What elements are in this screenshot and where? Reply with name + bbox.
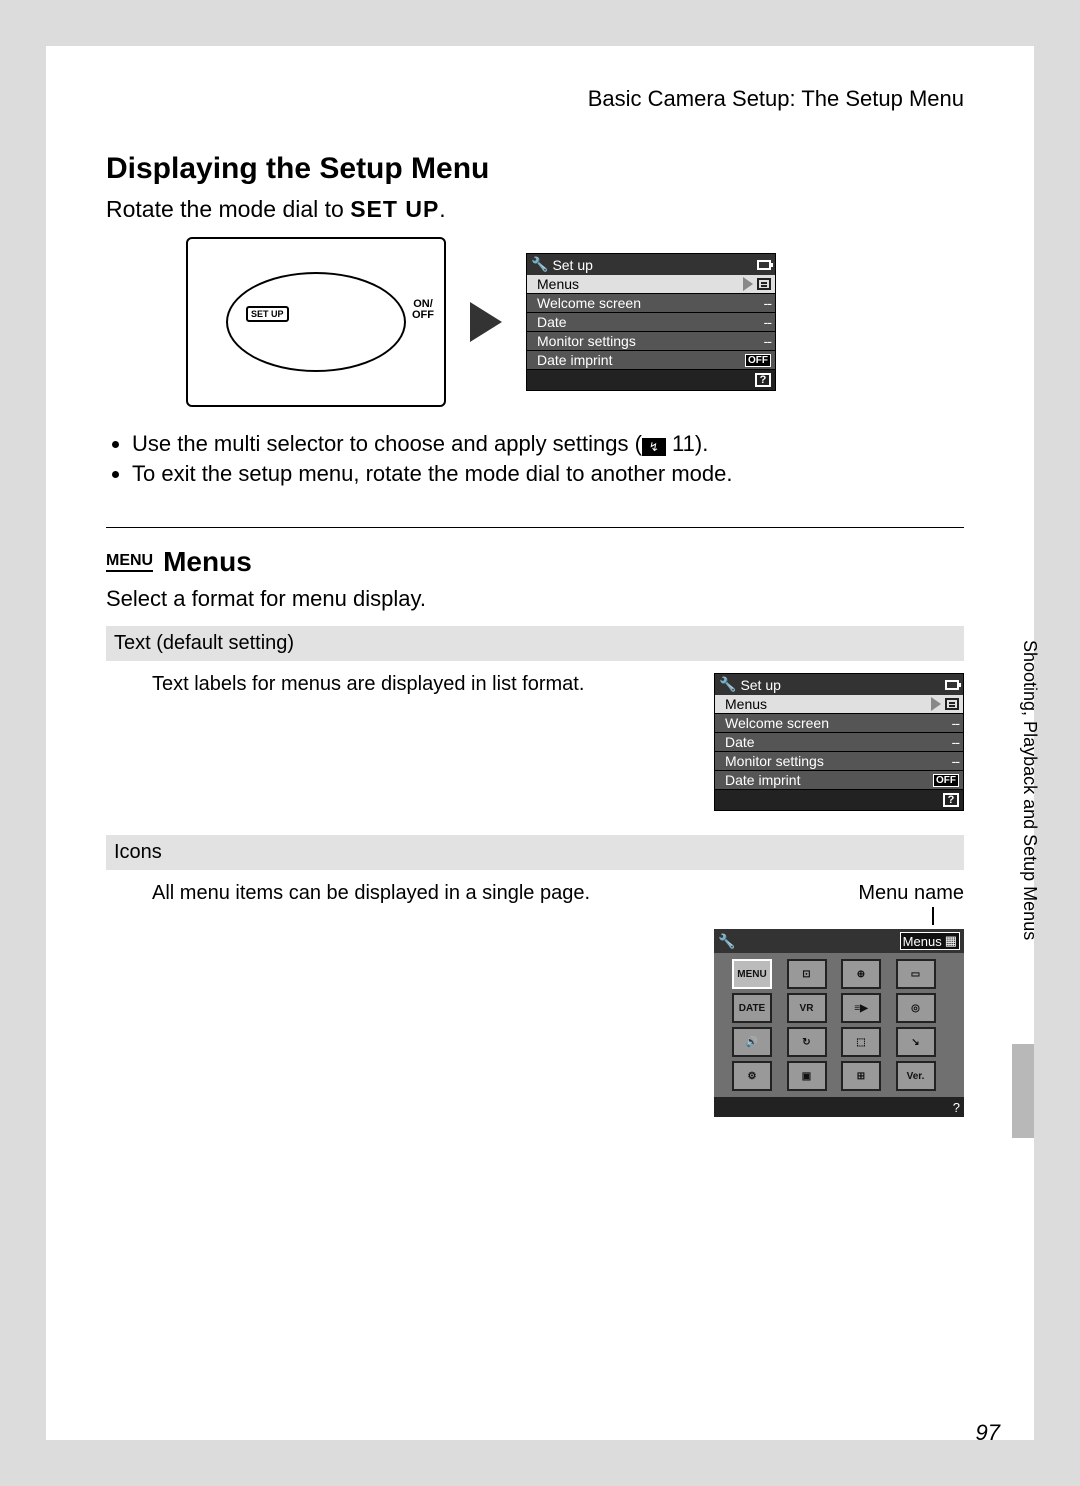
menu-row-welcome: Welcome screen-- bbox=[527, 294, 775, 313]
wrench-icon: 🔧 bbox=[718, 933, 735, 950]
icon-cell-10: ⬚ bbox=[841, 1027, 881, 1057]
battery-icon bbox=[945, 680, 959, 690]
page-ref-icon: ↯ bbox=[642, 438, 666, 456]
rotate-suffix: . bbox=[439, 196, 445, 222]
icon-cell-6: ≡▶ bbox=[841, 993, 881, 1023]
arrow-right-icon bbox=[470, 302, 502, 342]
bullet-multi-selector: Use the multi selector to choose and app… bbox=[132, 431, 964, 457]
icon-cell-7: ◎ bbox=[896, 993, 936, 1023]
icon-cell-0: MENU bbox=[732, 959, 772, 989]
icon-lcd-menuname: Menus bbox=[903, 934, 942, 949]
breadcrumb: Basic Camera Setup: The Setup Menu bbox=[106, 86, 964, 112]
wrench-icon: 🔧 bbox=[531, 256, 548, 273]
callout-line bbox=[932, 907, 934, 925]
icon-cell-12: ⚙ bbox=[732, 1061, 772, 1091]
option-text-header: Text (default setting) bbox=[106, 626, 964, 661]
setup-menu-screenshot-top: 🔧Set up Menus Welcome screen-- Date-- Mo… bbox=[526, 253, 776, 391]
help-icon: ? bbox=[943, 793, 959, 807]
heading-displaying-setup: Displaying the Setup Menu bbox=[106, 152, 964, 186]
lcd-title: Set up bbox=[552, 257, 592, 273]
rotate-instruction: Rotate the mode dial to SET UP. bbox=[106, 196, 964, 223]
icon-cell-14: ⊞ bbox=[841, 1061, 881, 1091]
icon-cell-9: ↻ bbox=[787, 1027, 827, 1057]
icon-cell-8: 🔊 bbox=[732, 1027, 772, 1057]
dial-setup-label: SET UP bbox=[246, 306, 289, 322]
icon-cell-15: Ver. bbox=[896, 1061, 936, 1091]
thumb-tab bbox=[1012, 1044, 1034, 1138]
side-chapter-label: Shooting, Playback and Setup Menus bbox=[1016, 640, 1040, 1100]
rotate-prefix: Rotate the mode dial to bbox=[106, 196, 350, 222]
on-off-switch-label: ON/OFF bbox=[412, 299, 434, 321]
icon-cell-11: ↘ bbox=[896, 1027, 936, 1057]
menu-row-monitor: Monitor settings-- bbox=[527, 332, 775, 351]
bullet-exit-setup: To exit the setup menu, rotate the mode … bbox=[132, 461, 964, 487]
icon-cell-5: VR bbox=[787, 993, 827, 1023]
setup-menu-screenshot-text: 🔧Set up Menus Welcome screen-- Date-- Mo… bbox=[714, 673, 964, 811]
menu-row-menus: Menus bbox=[527, 275, 775, 294]
help-icon: ? bbox=[953, 1100, 960, 1115]
icon-cell-13: ▣ bbox=[787, 1061, 827, 1091]
help-icon: ? bbox=[755, 373, 771, 387]
icon-cell-2: ⊕ bbox=[841, 959, 881, 989]
menu-row-date: Date-- bbox=[527, 313, 775, 332]
option-text-body: Text labels for menus are displayed in l… bbox=[152, 673, 714, 696]
battery-icon bbox=[757, 260, 771, 270]
icon-cell-3: ▭ bbox=[896, 959, 936, 989]
setup-word: SET UP bbox=[350, 196, 439, 222]
option-icons-body: All menu items can be displayed in a sin… bbox=[152, 882, 714, 905]
icon-cell-4: DATE bbox=[732, 993, 772, 1023]
menu-name-label: Menu name bbox=[858, 882, 964, 905]
menu-heading-icon: MENU bbox=[106, 553, 153, 572]
mode-dial-illustration: SET UP ON/OFF bbox=[186, 237, 446, 407]
section-divider bbox=[106, 527, 964, 528]
list-format-icon bbox=[757, 278, 771, 290]
menu-row-date-imprint: Date imprintOFF bbox=[527, 351, 775, 370]
menus-description: Select a format for menu display. bbox=[106, 586, 964, 612]
wrench-icon: 🔧 bbox=[719, 676, 736, 693]
icon-cell-1: ⊡ bbox=[787, 959, 827, 989]
page-number: 97 bbox=[976, 1420, 1000, 1446]
setup-menu-screenshot-icons: 🔧 Menus ▦ MENU ⊡ ⊕ ▭ DATE VR ≡▶ ◎ 🔊 ↻ ⬚ ↘ ⚙ ▣ ⊞ Ver. ? bbox=[714, 929, 964, 1117]
grid-icon: ▦ bbox=[945, 933, 957, 949]
option-icons-header: Icons bbox=[106, 835, 964, 870]
menus-heading: Menus bbox=[163, 546, 252, 578]
